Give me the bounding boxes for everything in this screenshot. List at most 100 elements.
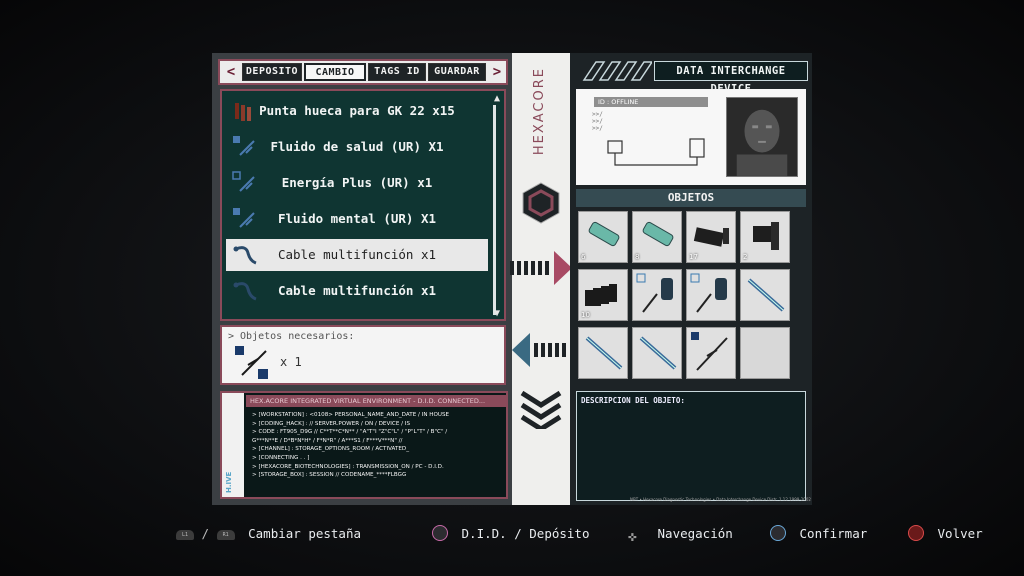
object-slot[interactable]: 10 <box>578 269 628 321</box>
list-item-selected[interactable]: Cable multifunción x1 <box>226 239 488 271</box>
item-label: Cable multifunción x1 <box>277 247 437 262</box>
list-item[interactable]: Cable multifunción x1 <box>226 275 488 307</box>
object-slot[interactable]: 17 <box>686 211 736 263</box>
item-label: Fluido mental (UR) X1 <box>277 211 437 226</box>
grenade-icon <box>753 222 779 250</box>
injector-icon <box>639 336 677 370</box>
hexacore-brand: HEXACORE <box>520 63 562 183</box>
object-slot[interactable] <box>740 269 790 321</box>
cross-button-icon <box>770 525 786 541</box>
tab-cambio[interactable]: CAMBIO <box>304 63 366 81</box>
button-hints-bar: L1 / R1 Cambiar pestaña D.I.D. / Depósit… <box>0 520 1024 548</box>
stripes-decoration-icon <box>582 61 652 81</box>
system-console: H.IVE HEX.ACORE INTEGRATED VIRTUAL ENVIR… <box>220 391 508 499</box>
objects-title: OBJETOS <box>576 189 806 207</box>
scroll-down-icon[interactable]: ▼ <box>494 308 500 319</box>
injector-icon <box>747 278 785 312</box>
item-label: Cable multifunción x1 <box>277 283 437 298</box>
hint-label: Cambiar pestaña <box>248 526 362 541</box>
objects-grid: 6 8 17 2 10 <box>578 211 806 383</box>
dpad-icon: ✜ <box>628 529 637 545</box>
potion-syringe-icon <box>636 273 673 313</box>
tab-guardar[interactable]: GUARDAR <box>428 63 486 81</box>
object-count: 10 <box>581 311 590 319</box>
object-count: 8 <box>635 253 640 261</box>
object-slot[interactable] <box>632 269 682 321</box>
tab-bar: < DEPOSITO CAMBIO TAGS ID GUARDAR > <box>218 59 508 85</box>
list-item[interactable]: Punta hueca para GK 22 x15 <box>226 95 488 127</box>
object-count: 2 <box>743 253 748 261</box>
object-slot[interactable] <box>686 269 736 321</box>
injector-icon <box>585 336 623 370</box>
ammo-case-icon <box>693 227 729 247</box>
hint-did-deposit: D.I.D. / Depósito <box>432 522 589 546</box>
object-slot[interactable]: 2 <box>740 211 790 263</box>
transfer-right-arrow-icon <box>510 251 572 285</box>
did-panel: DATA INTERCHANGE DEVICE ID : OFFLINE >>/… <box>570 53 812 505</box>
object-slot-empty[interactable] <box>740 327 790 379</box>
console-header: HEX.ACORE INTEGRATED VIRTUAL ENVIRONMENT… <box>246 395 506 407</box>
cable-icon <box>233 282 257 301</box>
item-label: Punta hueca para GK 22 x15 <box>259 103 455 118</box>
avatar <box>726 97 798 177</box>
hexacore-logo-icon <box>522 182 560 224</box>
did-header: DATA INTERCHANGE DEVICE <box>574 59 808 95</box>
hint-label: D.I.D. / Depósito <box>461 526 590 541</box>
green-syringe-icon <box>642 221 674 247</box>
console-line: > [CODING_HACK] : // SERVER.POWER / ON /… <box>252 420 410 427</box>
hint-change-tab: L1 / R1 Cambiar pestaña <box>176 522 361 546</box>
syringe-icon <box>691 332 728 371</box>
object-slot[interactable] <box>686 327 736 379</box>
syringe-icon <box>232 171 255 192</box>
r1-button-icon: R1 <box>216 530 235 540</box>
circle-button-icon <box>908 525 924 541</box>
console-line: > [HEXACORE_BIOTECHNOLOGIES] : TRANSMISS… <box>252 463 444 470</box>
console-line: > [CHANNEL] : STORAGE_OPTIONS_ROOM / ACT… <box>252 446 410 453</box>
object-slot[interactable] <box>632 327 682 379</box>
object-slot[interactable] <box>578 327 628 379</box>
exchange-panel: < DEPOSITO CAMBIO TAGS ID GUARDAR > Punt… <box>212 53 512 505</box>
console-line: > CODE : FT905_D9G // C**T**C*N** / "A"T… <box>252 429 448 436</box>
hint-label: Navegación <box>657 526 733 541</box>
status-arrows: >>/ >>/ >>/ <box>592 111 603 132</box>
tab-tags-id[interactable]: TAGS ID <box>368 63 426 81</box>
hint-back: Volver <box>908 522 983 546</box>
potion-syringe-icon <box>690 273 727 313</box>
hint-confirm: Confirmar <box>770 522 867 546</box>
syringe-icon <box>233 208 255 228</box>
console-line: > [CONNECTING . . ] <box>252 454 310 461</box>
list-item[interactable]: Fluido de salud (UR) X1 <box>226 131 488 163</box>
item-label: Energía Plus (UR) x1 <box>281 175 433 190</box>
hint-label: Volver <box>937 526 983 541</box>
hint-navigation: ✜ Navegación <box>628 522 733 546</box>
object-count: 17 <box>689 253 698 261</box>
tab-next-arrow-icon[interactable]: > <box>488 63 506 81</box>
scrollbar[interactable] <box>493 105 496 315</box>
hive-logo: H.IVE <box>225 471 233 493</box>
did-exchange-window: < DEPOSITO CAMBIO TAGS ID GUARDAR > Punt… <box>212 53 812 505</box>
l1-button-icon: L1 <box>176 530 194 540</box>
tab-deposito[interactable]: DEPOSITO <box>242 63 302 81</box>
center-transfer-strip: HEXACORE <box>510 53 572 505</box>
required-items-title: > Objetos necesarios: <box>228 331 355 342</box>
object-description-box: DESCRIPCION DEL OBJETO: <box>576 391 806 501</box>
copyright-note: NBT • Hexacore Diagnostic Technologies •… <box>630 497 811 502</box>
required-items-box: > Objetos necesarios: x 1 <box>220 325 506 385</box>
square-button-icon <box>432 525 448 541</box>
green-syringe-icon <box>588 221 620 247</box>
object-count: 6 <box>581 253 586 261</box>
list-item[interactable]: Fluido mental (UR) X1 <box>226 203 488 235</box>
tab-prev-arrow-icon[interactable]: < <box>222 63 240 81</box>
syringe-icon <box>233 136 255 156</box>
scroll-up-icon[interactable]: ▲ <box>494 93 500 104</box>
console-sidebar: H.IVE <box>222 393 244 497</box>
console-line: G***N**E / D*B*N*H* / F*N*R" / A***S1 / … <box>252 437 403 444</box>
id-status-label: ID : OFFLINE <box>594 97 708 107</box>
transfer-left-arrow-icon <box>512 333 566 367</box>
description-title: DESCRIPCION DEL OBJETO: <box>581 396 685 405</box>
required-quantity: x 1 <box>280 355 302 369</box>
cable-icon <box>233 246 257 265</box>
object-slot[interactable]: 8 <box>632 211 682 263</box>
object-slot[interactable]: 6 <box>578 211 628 263</box>
list-item[interactable]: Energía Plus (UR) x1 <box>226 167 488 199</box>
